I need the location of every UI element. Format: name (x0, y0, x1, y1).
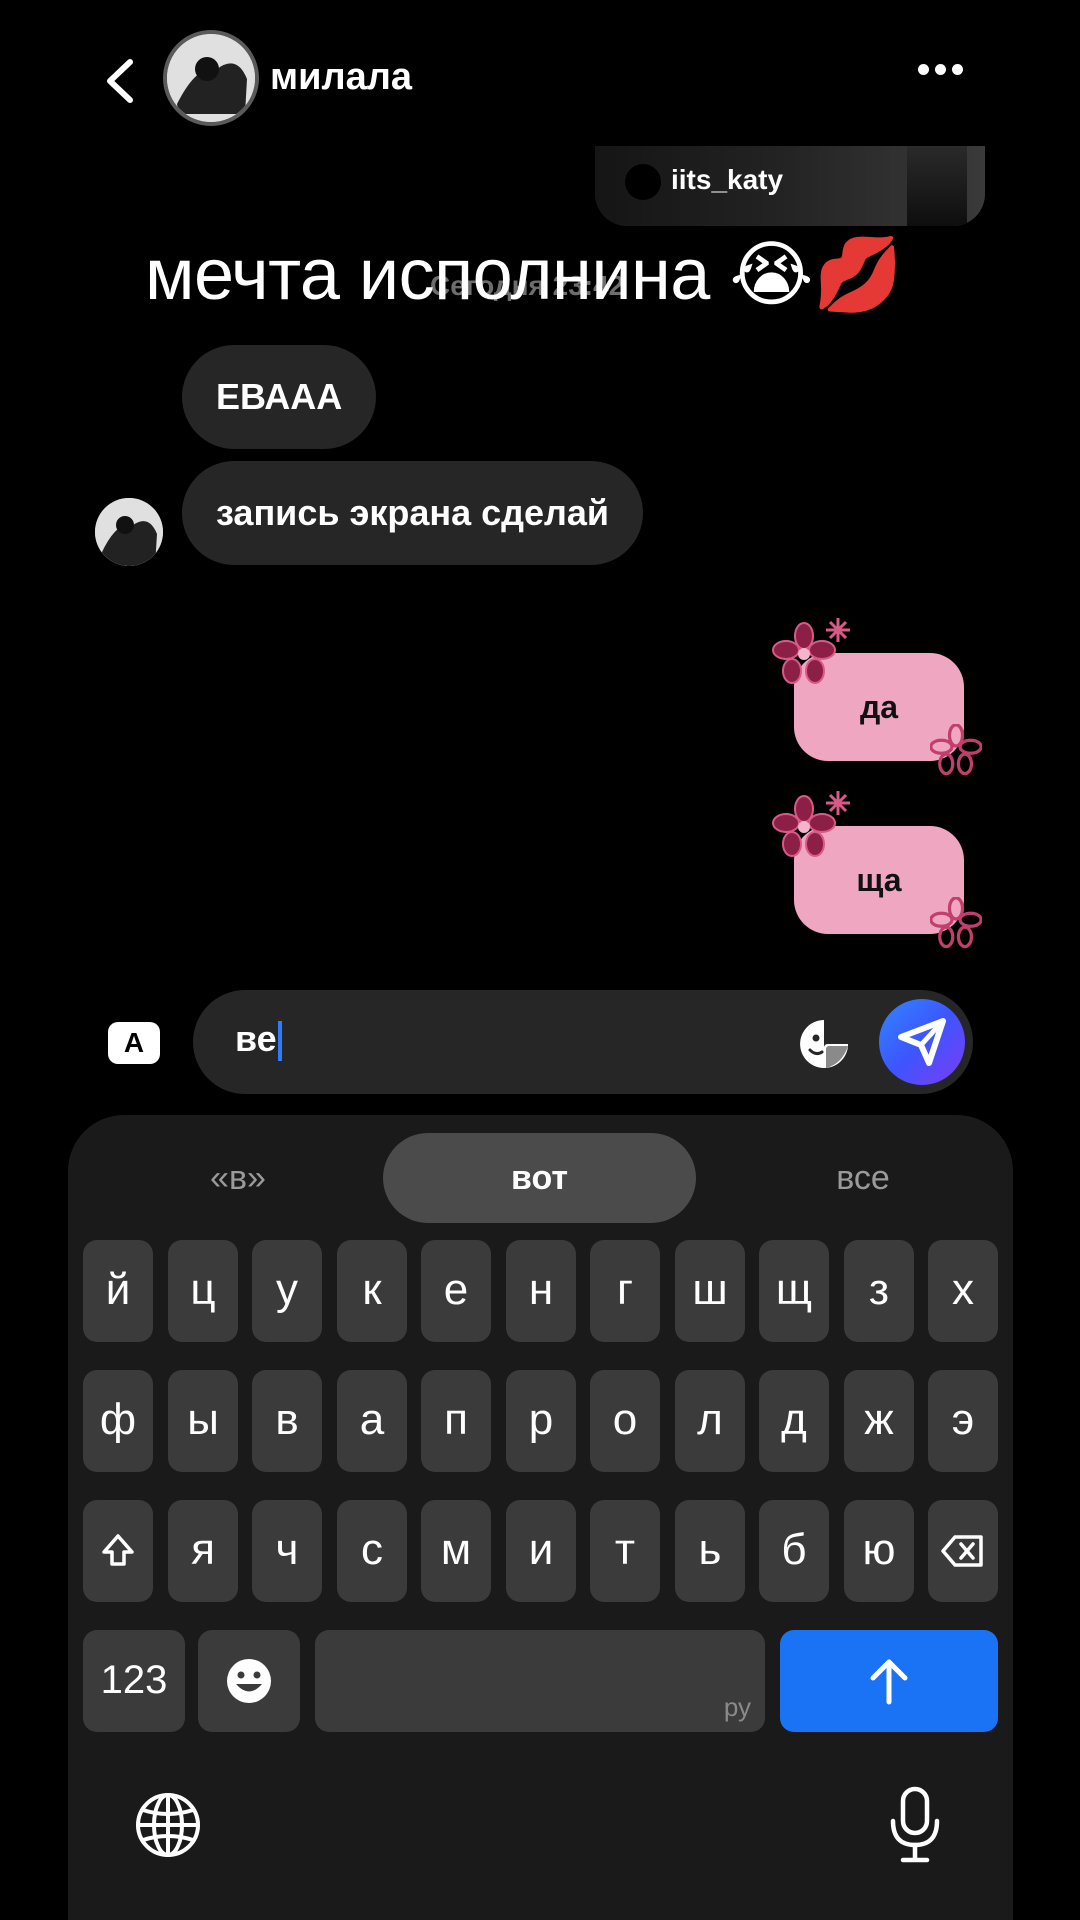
more-dot (935, 64, 946, 75)
flower-decoration-icon (930, 897, 982, 949)
globe-button[interactable] (133, 1790, 203, 1860)
key[interactable]: э (928, 1370, 998, 1472)
reel-author-avatar (625, 164, 661, 200)
key[interactable]: в (252, 1370, 322, 1472)
chevron-left-icon (107, 59, 133, 103)
key[interactable]: щ (759, 1240, 829, 1342)
message-input-value: ве (235, 1018, 277, 1059)
sticker-button[interactable] (798, 1018, 850, 1070)
space-language-label: ру (723, 1692, 751, 1722)
reel-thumbnail (907, 146, 967, 226)
outgoing-message-text: да (859, 689, 899, 725)
key[interactable]: а (337, 1370, 407, 1472)
sparkle-decoration-icon (826, 791, 850, 815)
key[interactable]: е (421, 1240, 491, 1342)
keyboard: «в» вот все й ц у к е н г ш щ з х ф ы в … (68, 1115, 1013, 1920)
dictation-button[interactable] (885, 1785, 945, 1865)
key[interactable]: х (928, 1240, 998, 1342)
more-options-button[interactable] (918, 62, 974, 92)
message-input[interactable]: ве (193, 990, 973, 1094)
flower-decoration-icon (930, 724, 982, 776)
text-cursor (277, 1021, 282, 1062)
key[interactable]: к (337, 1240, 407, 1342)
chat-avatar[interactable] (163, 30, 259, 126)
key[interactable]: н (506, 1240, 576, 1342)
microphone-icon (890, 1786, 940, 1863)
chat-title[interactable]: милала (270, 56, 412, 99)
key[interactable]: ф (83, 1370, 153, 1472)
shared-reel-preview[interactable]: iits_katy (595, 146, 985, 226)
key[interactable]: з (844, 1240, 914, 1342)
key[interactable]: й (83, 1240, 153, 1342)
numbers-key[interactable]: 123 (83, 1630, 185, 1732)
arrow-up-icon (870, 1659, 908, 1705)
more-dot (918, 64, 929, 75)
key[interactable]: т (590, 1500, 660, 1602)
key[interactable]: ч (252, 1500, 322, 1602)
incoming-message[interactable]: ЕВААА (182, 345, 377, 449)
suggestion-1[interactable]: «в» (163, 1133, 313, 1223)
emoji-icon (227, 1659, 271, 1703)
more-dot (952, 64, 963, 75)
key[interactable]: л (675, 1370, 745, 1472)
send-icon (898, 1018, 946, 1066)
key[interactable]: р (506, 1370, 576, 1472)
key[interactable]: п (421, 1370, 491, 1472)
return-key[interactable] (780, 1630, 998, 1732)
reel-author-username: iits_katy (671, 164, 784, 195)
key[interactable]: м (421, 1500, 491, 1602)
suggestion-2[interactable]: вот (383, 1133, 696, 1223)
shift-icon (102, 1534, 134, 1566)
sender-avatar[interactable] (95, 498, 163, 566)
emoji-key[interactable] (198, 1630, 300, 1732)
space-key[interactable]: ру (315, 1630, 765, 1732)
key[interactable]: о (590, 1370, 660, 1472)
key[interactable]: у (252, 1240, 322, 1342)
profile-photo (95, 498, 163, 566)
key[interactable]: ш (675, 1240, 745, 1342)
key[interactable]: с (337, 1500, 407, 1602)
key[interactable]: д (759, 1370, 829, 1472)
shift-key[interactable] (83, 1500, 153, 1602)
profile-photo (167, 34, 255, 122)
key[interactable]: ж (844, 1370, 914, 1472)
key[interactable]: и (506, 1500, 576, 1602)
key[interactable]: ю (844, 1500, 914, 1602)
sticker-icon (800, 1020, 848, 1068)
key[interactable]: я (168, 1500, 238, 1602)
key[interactable]: б (759, 1500, 829, 1602)
backspace-key[interactable] (928, 1500, 998, 1602)
key[interactable]: ы (168, 1370, 238, 1472)
key[interactable]: г (590, 1240, 660, 1342)
globe-icon (136, 1793, 200, 1857)
backspace-icon (941, 1535, 983, 1567)
incoming-message[interactable]: запись экрана сделай (182, 461, 644, 565)
suggestion-3[interactable]: все (788, 1133, 938, 1223)
key[interactable]: ь (675, 1500, 745, 1602)
back-button[interactable] (100, 56, 140, 106)
send-button[interactable] (879, 999, 965, 1085)
message-input-text: ве (235, 1018, 282, 1062)
outgoing-message-text: ща (856, 862, 902, 898)
keyboard-switch-button[interactable]: A (108, 1022, 160, 1064)
key[interactable]: ц (168, 1240, 238, 1342)
sparkle-decoration-icon (826, 618, 850, 642)
video-overlay-caption: мечта исполнина 😭💋 (145, 235, 903, 315)
